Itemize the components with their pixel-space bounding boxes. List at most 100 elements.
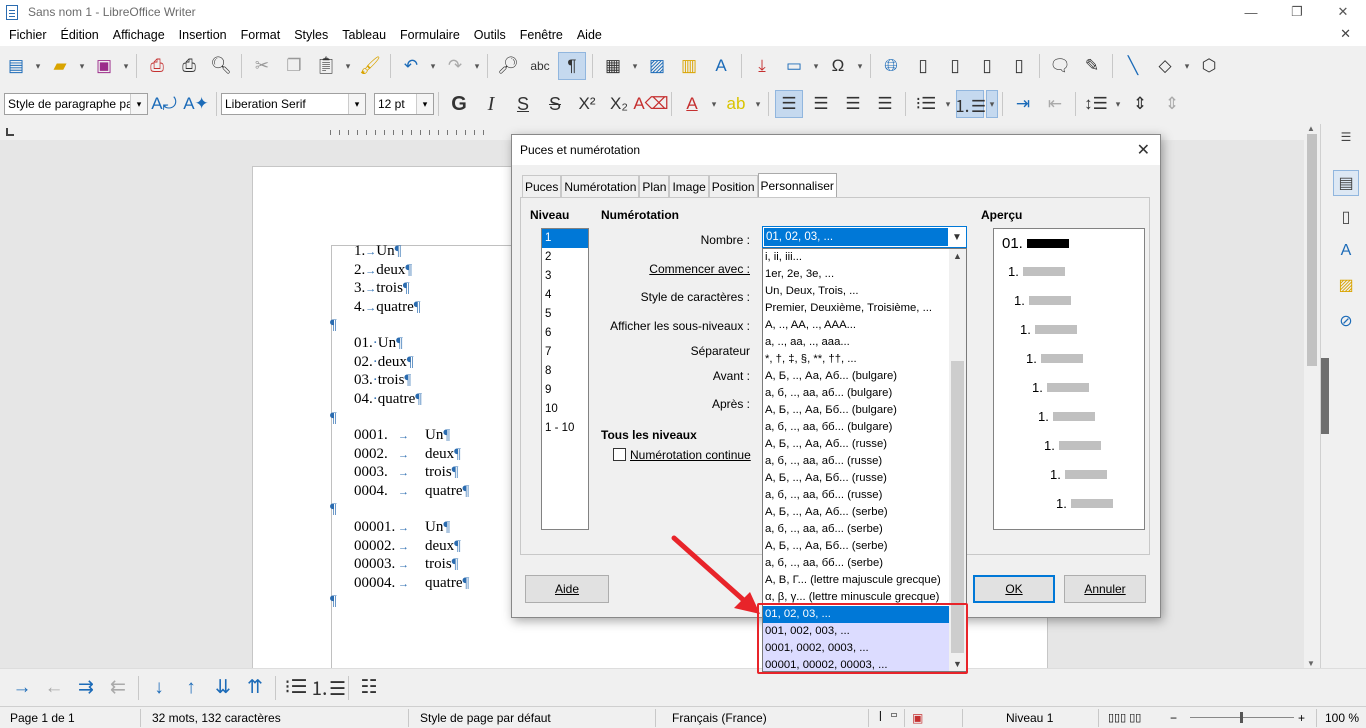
dropdown-option[interactable]: А, Б, .., Аа, Аб... (serbe) xyxy=(763,504,950,521)
scroll-up-icon[interactable]: ▲ xyxy=(1307,124,1315,133)
menu-format[interactable]: Format xyxy=(234,28,288,42)
dropdown-option[interactable]: А, Б, .., Аа, Аб... (bulgare) xyxy=(763,368,950,385)
promote-with-subpoints-icon[interactable]: ⇇ xyxy=(104,674,132,702)
line-spacing-icon[interactable]: ↕☰ xyxy=(1082,90,1110,118)
demote-icon[interactable]: → xyxy=(8,674,36,702)
new-dropdown-icon[interactable]: ▾ xyxy=(32,52,44,80)
close-document-icon[interactable]: ✕ xyxy=(1333,26,1358,42)
save-dropdown-icon[interactable]: ▾ xyxy=(120,52,132,80)
dropdown-option[interactable]: А, Б, .., Аа, Аб... (russe) xyxy=(763,436,950,453)
export-pdf-icon[interactable]: ⎙ xyxy=(143,52,171,80)
underline-icon[interactable]: S xyxy=(509,90,537,118)
level-item[interactable]: 1 xyxy=(542,229,588,248)
gallery-icon[interactable]: ▨ xyxy=(1333,272,1359,298)
styles-icon[interactable]: A xyxy=(1333,238,1359,264)
zoom-in-icon[interactable]: + xyxy=(1298,711,1305,725)
insert-line-icon[interactable]: ╲ xyxy=(1119,52,1147,80)
clone-formatting-icon[interactable]: 🖌︎ xyxy=(356,52,384,80)
menu-affichage[interactable]: Affichage xyxy=(106,28,172,42)
cancel-button[interactable]: Annuler xyxy=(1064,575,1146,603)
justify-icon[interactable]: ☰ xyxy=(871,90,899,118)
undo-dropdown-icon[interactable]: ▾ xyxy=(427,52,439,80)
dropdown-option[interactable]: A, .., AA, .., AAA... xyxy=(763,317,950,334)
status-word-count[interactable]: 32 mots, 132 caractères xyxy=(152,711,281,725)
copy-icon[interactable]: ❐ xyxy=(280,52,308,80)
numbering-dropdown-icon[interactable]: ▾ xyxy=(986,90,998,118)
superscript-icon[interactable]: X² xyxy=(573,90,601,118)
dropdown-option[interactable]: a, .., aa, .., aaa... xyxy=(763,334,950,351)
open-folder-icon[interactable]: ▰ xyxy=(46,52,74,80)
cross-reference-icon[interactable]: ▯ xyxy=(1005,52,1033,80)
highlight-dropdown-icon[interactable]: ▾ xyxy=(752,90,764,118)
level-item[interactable]: 4 xyxy=(542,286,588,305)
move-up-icon[interactable]: ↑ xyxy=(177,674,205,702)
subscript-icon[interactable]: X₂ xyxy=(605,90,633,118)
close-window-icon[interactable]: ✕ xyxy=(1320,0,1366,24)
maximize-icon[interactable]: ❐ xyxy=(1274,0,1320,24)
track-changes-icon[interactable]: ✎ xyxy=(1078,52,1106,80)
dropdown-option[interactable]: А, Б, .., Аа, Бб... (bulgare) xyxy=(763,402,950,419)
menu-styles[interactable]: Styles xyxy=(287,28,335,42)
dropdown-option[interactable]: а, б, .., аа, аб... (russe) xyxy=(763,453,950,470)
zoom-slider-thumb[interactable] xyxy=(1240,712,1243,723)
menu-fenetre[interactable]: Fenêtre xyxy=(513,28,570,42)
dropdown-option[interactable]: а, б, .., аа, бб... (bulgare) xyxy=(763,419,950,436)
cut-icon[interactable]: ✂ xyxy=(248,52,276,80)
tab-image[interactable]: Image xyxy=(669,175,709,197)
scroll-thumb[interactable] xyxy=(1307,134,1317,366)
chevron-down-icon[interactable]: ▾ xyxy=(130,94,147,114)
insert-field-icon[interactable]: ▭ xyxy=(780,52,808,80)
dropdown-option[interactable]: 1er, 2e, 3e, ... xyxy=(763,266,950,283)
menu-aide[interactable]: Aide xyxy=(570,28,609,42)
numerotation-continue-label[interactable]: Numérotation continue xyxy=(630,448,751,462)
sidebar-collapse-handle[interactable] xyxy=(1321,358,1329,434)
document-modified-icon[interactable]: ▣ xyxy=(912,711,923,725)
bullets-dropdown-icon[interactable]: ▾ xyxy=(942,90,954,118)
chevron-down-icon[interactable]: ▾ xyxy=(416,94,433,114)
redo-dropdown-icon[interactable]: ▾ xyxy=(471,52,483,80)
bookmark-icon[interactable]: ▯ xyxy=(973,52,1001,80)
menu-outils[interactable]: Outils xyxy=(467,28,513,42)
status-zoom[interactable]: 100 % xyxy=(1325,711,1359,725)
bold-icon[interactable]: G xyxy=(445,90,473,118)
list-item[interactable]: 01.·Un¶ xyxy=(354,335,403,352)
page-icon[interactable]: ▯ xyxy=(1333,204,1359,230)
dropdown-option[interactable]: а, б, .., аа, бб... (russe) xyxy=(763,487,950,504)
new-style-icon[interactable]: A✦ xyxy=(182,90,210,118)
dropdown-option[interactable]: А, Б, .., Аа, Бб... (serbe) xyxy=(763,538,950,555)
list-item[interactable]: 02.·deux¶ xyxy=(354,354,414,371)
paragraph-style-combo[interactable]: Style de paragraphe par ▾ xyxy=(4,93,148,115)
demote-with-subpoints-icon[interactable]: ⇉ xyxy=(72,674,100,702)
tab-puces[interactable]: Puces xyxy=(522,175,562,197)
level-item[interactable]: 5 xyxy=(542,305,588,324)
scroll-up-icon[interactable]: ▲ xyxy=(953,251,962,261)
menu-edition[interactable]: Édition xyxy=(54,28,106,42)
bullets-numbering-dialog-icon[interactable]: ☷ xyxy=(355,674,383,702)
ok-button[interactable]: OK xyxy=(973,575,1055,603)
formatting-marks-icon[interactable]: ¶ xyxy=(558,52,586,80)
promote-icon[interactable]: ← xyxy=(40,674,68,702)
line-spacing-dropdown-icon[interactable]: ▾ xyxy=(1112,90,1124,118)
draw-functions-icon[interactable]: ⬡ xyxy=(1195,52,1223,80)
chevron-down-icon[interactable]: ▼ xyxy=(949,228,965,246)
list-item[interactable]: 00003. → trois¶ xyxy=(354,556,458,573)
special-character-icon[interactable]: Ω xyxy=(824,52,852,80)
list-item[interactable]: 0001. → Un¶ xyxy=(354,427,450,444)
status-page-style[interactable]: Style de page par défaut xyxy=(420,711,551,725)
font-color-icon[interactable]: A xyxy=(678,90,706,118)
chevron-down-icon[interactable]: ▾ xyxy=(348,94,365,114)
italic-icon[interactable]: I xyxy=(477,90,505,118)
undo-icon[interactable]: ↶ xyxy=(397,52,425,80)
level-item[interactable]: 6 xyxy=(542,324,588,343)
horizontal-ruler[interactable] xyxy=(330,124,510,140)
dropdown-option[interactable]: А, Б, .., Аа, Бб... (russe) xyxy=(763,470,950,487)
numerotation-continue-checkbox[interactable] xyxy=(613,448,626,461)
list-item[interactable]: 00002. → deux¶ xyxy=(354,538,461,555)
print-preview-icon[interactable]: 🔍︎ xyxy=(207,52,235,80)
shapes-dropdown-icon[interactable]: ▾ xyxy=(1181,52,1193,80)
list-item[interactable]: 3.→trois¶ xyxy=(354,280,410,297)
level-item[interactable]: 10 xyxy=(542,400,588,419)
align-center-icon[interactable]: ☰ xyxy=(807,90,835,118)
increase-indent-icon[interactable]: ⇥ xyxy=(1009,90,1037,118)
paste-dropdown-icon[interactable]: ▾ xyxy=(342,52,354,80)
